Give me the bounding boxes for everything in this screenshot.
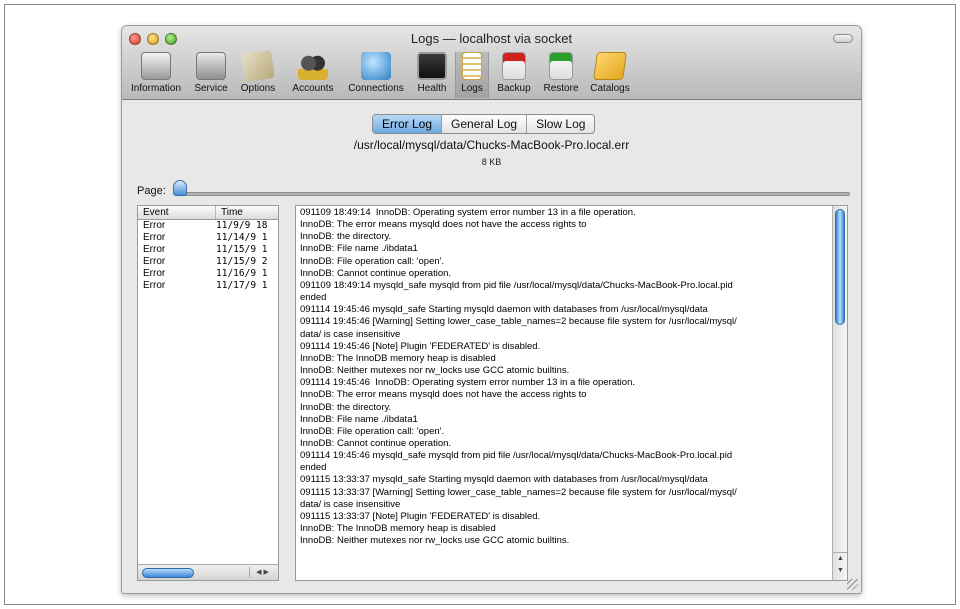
log-vertical-scrollbar[interactable]: ▲ ▼	[832, 206, 847, 580]
table-row[interactable]: Error 11/15/9 2	[138, 256, 278, 268]
toolbar-label: Options	[240, 83, 276, 94]
app-window: Logs — localhost via socket Information …	[121, 25, 862, 594]
events-table: Event Time Error 11/9/9 18 Error 11/14/9…	[137, 205, 279, 581]
accounts-icon	[298, 52, 328, 80]
toolbar-accounts[interactable]: Accounts	[286, 52, 340, 98]
toolbar-label: Service	[194, 83, 228, 94]
event-cell: Error	[143, 280, 166, 291]
log-scroll-thumb[interactable]	[835, 209, 845, 325]
toolbar-label: Backup	[497, 83, 531, 94]
scroll-arrows-icon[interactable]: ▲ ▼	[833, 552, 847, 578]
window-title: Logs — localhost via socket	[410, 31, 573, 46]
service-icon	[196, 52, 226, 80]
toolbar: Logs — localhost via socket Information …	[122, 26, 861, 100]
time-cell: 11/15/9 1	[216, 244, 268, 255]
page-label: Page:	[137, 185, 166, 197]
tab-slow-log[interactable]: Slow Log	[527, 115, 594, 133]
table-row[interactable]: Error 11/17/9 1	[138, 280, 278, 292]
events-horizontal-scrollbar[interactable]: ◀ ▶	[138, 564, 278, 580]
health-icon	[417, 52, 447, 80]
toolbar-label: Connections	[348, 83, 404, 94]
column-header-time[interactable]: Time	[216, 206, 243, 219]
scroll-arrows-icon[interactable]: ◀ ▶	[249, 567, 275, 578]
connections-icon	[361, 52, 391, 80]
time-cell: 11/16/9 1	[216, 268, 268, 279]
toolbar-restore[interactable]: Restore	[539, 52, 583, 98]
page-frame: Logs — localhost via socket Information …	[4, 4, 956, 605]
backup-icon	[502, 52, 526, 80]
log-file-size: 8 KB	[481, 157, 502, 167]
toolbar-logs[interactable]: Logs	[455, 52, 489, 98]
tab-general-log[interactable]: General Log	[442, 115, 528, 133]
log-text: 091109 18:49:14 InnoDB: Operating system…	[300, 207, 737, 547]
table-row[interactable]: Error 11/9/9 18	[138, 220, 278, 232]
table-row[interactable]: Error 11/14/9 1	[138, 232, 278, 244]
tab-error-log[interactable]: Error Log	[373, 115, 443, 133]
toolbar-catalogs[interactable]: Catalogs	[586, 52, 634, 98]
toolbar-connections[interactable]: Connections	[343, 52, 409, 98]
page-slider-thumb[interactable]	[173, 180, 187, 196]
toolbar-information[interactable]: Information	[125, 52, 187, 98]
page-slider-track[interactable]	[182, 192, 850, 196]
toolbar-backup[interactable]: Backup	[492, 52, 536, 98]
event-cell: Error	[143, 232, 166, 243]
toolbar-label: Health	[417, 83, 447, 94]
table-row[interactable]: Error 11/15/9 1	[138, 244, 278, 256]
toolbar-service[interactable]: Service	[190, 52, 232, 98]
toolbar-label: Accounts	[292, 83, 334, 94]
event-cell: Error	[143, 256, 166, 267]
toolbar-label: Logs	[461, 83, 483, 94]
log-file-path: /usr/local/mysql/data/Chucks-MacBook-Pro…	[353, 138, 630, 152]
toolbar-label: Information	[130, 83, 182, 94]
events-scroll-thumb[interactable]	[142, 568, 194, 578]
time-cell: 11/9/9 18	[216, 220, 268, 231]
toolbar-options[interactable]: Options	[235, 50, 281, 98]
event-cell: Error	[143, 220, 166, 231]
options-icon	[241, 50, 275, 82]
logs-icon	[462, 52, 482, 80]
log-content-view[interactable]: 091109 18:49:14 InnoDB: Operating system…	[295, 205, 848, 581]
time-cell: 11/14/9 1	[216, 232, 268, 243]
events-table-header: Event Time	[138, 206, 278, 220]
information-icon	[141, 52, 171, 80]
event-cell: Error	[143, 268, 166, 279]
table-row[interactable]: Error 11/16/9 1	[138, 268, 278, 280]
toolbar-health[interactable]: Health	[412, 52, 452, 98]
log-type-tabs: Error Log General Log Slow Log	[372, 114, 596, 134]
resize-grip-icon[interactable]	[847, 579, 858, 590]
toolbar-toggle-button[interactable]	[833, 34, 853, 43]
event-cell: Error	[143, 244, 166, 255]
time-cell: 11/17/9 1	[216, 280, 268, 291]
column-header-event[interactable]: Event	[138, 206, 216, 219]
restore-icon	[549, 52, 573, 80]
toolbar-label: Catalogs	[590, 83, 630, 94]
time-cell: 11/15/9 2	[216, 256, 268, 267]
toolbar-label: Restore	[543, 83, 579, 94]
catalogs-icon	[593, 52, 627, 80]
